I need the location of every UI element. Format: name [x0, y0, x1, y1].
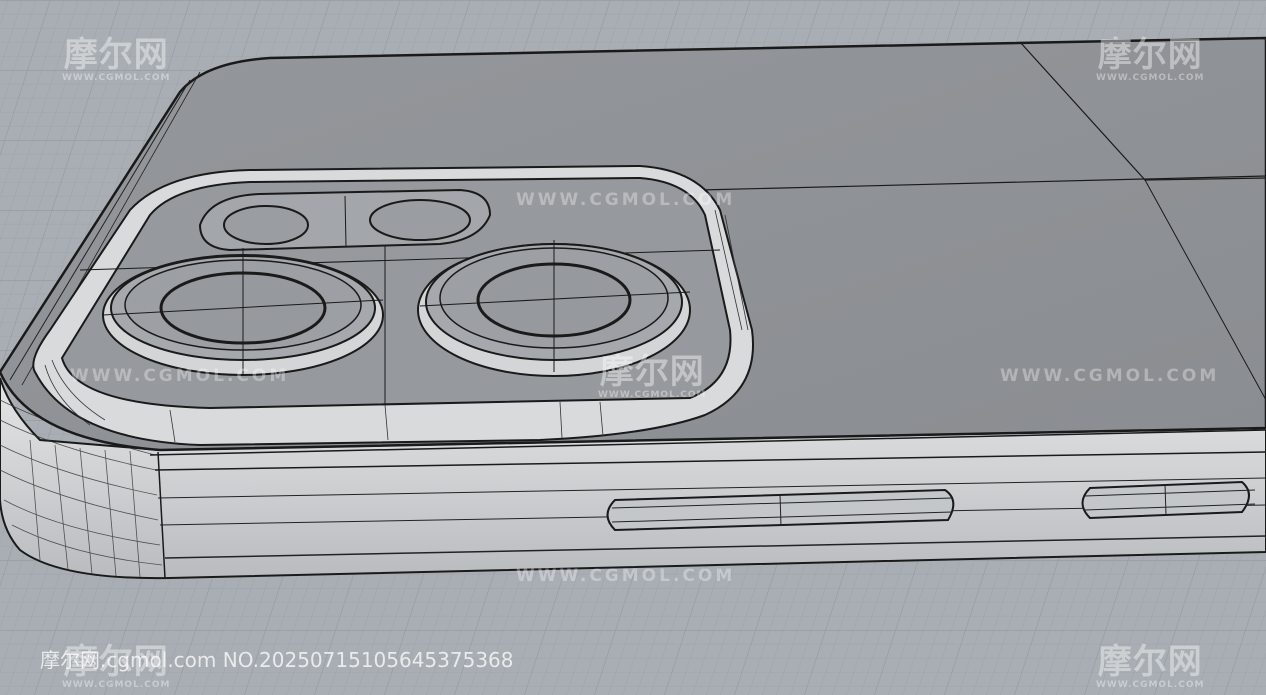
footer-number: NO.20250715105645375368	[222, 648, 514, 672]
render-viewport: 摩尔网 WWW.CGMOL.COM 摩尔网 WWW.CGMOL.COM 摩尔网 …	[0, 0, 1266, 695]
flash-lens	[223, 205, 309, 245]
lidar-lens	[369, 199, 471, 241]
watermark-footer-id: 摩尔网.cgmol.com NO.20250715105645375368	[40, 644, 514, 673]
footer-prefix: 摩尔网	[40, 648, 100, 672]
phone-wireframe-render	[0, 0, 1266, 695]
sensor-bar	[198, 188, 492, 252]
side-button	[1081, 480, 1256, 520]
footer-site: .cgmol.com	[100, 648, 217, 672]
